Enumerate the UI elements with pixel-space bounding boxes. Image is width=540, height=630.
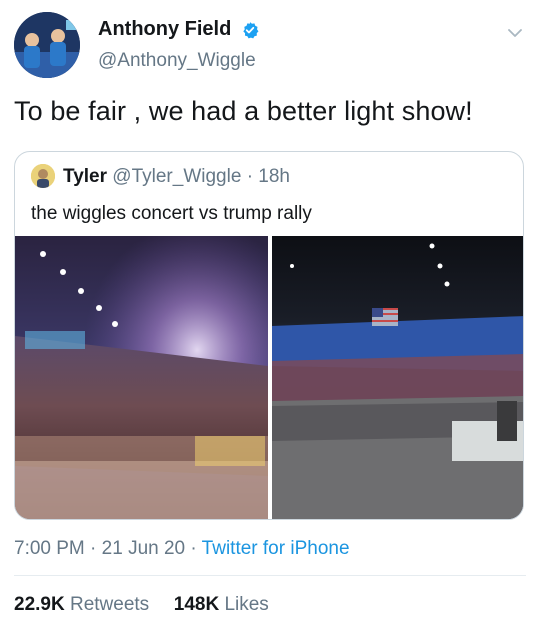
concert-photo[interactable] <box>15 236 268 519</box>
chevron-down-icon[interactable] <box>506 24 524 42</box>
tweet-text: To be fair , we had a better light show! <box>14 96 473 126</box>
meta-separator: · <box>90 538 97 559</box>
quoted-media <box>15 236 523 519</box>
divider <box>14 575 526 576</box>
tweet-source-link[interactable]: Twitter for iPhone <box>202 538 350 559</box>
likes-count: 148K <box>173 594 220 615</box>
retweets-label: Retweets <box>69 594 150 615</box>
meta-separator: · <box>190 538 197 559</box>
quoted-author-avatar <box>31 164 55 188</box>
tweet-metadata: 7:00 PM · 21 Jun 20 · Twitter for iPhone <box>14 538 350 560</box>
quoted-tweet-card[interactable]: Tyler @Tyler_Wiggle · 18h the wiggles co… <box>14 151 524 520</box>
verified-badge-icon <box>243 21 259 38</box>
tweet-date[interactable]: 21 Jun 20 <box>102 538 185 559</box>
quoted-author-handle: @Tyler_Wiggle <box>112 166 242 187</box>
tweet-time[interactable]: 7:00 PM <box>14 538 85 559</box>
likes-label: Likes <box>224 594 269 615</box>
tweet-stats: 22.9K Retweets 148K Likes <box>14 594 269 616</box>
quoted-author-name: Tyler <box>63 166 108 187</box>
quoted-age: 18h <box>258 166 290 187</box>
retweets-stat[interactable]: 22.9K Retweets <box>14 594 154 615</box>
retweets-count: 22.9K <box>14 594 65 615</box>
likes-stat[interactable]: 148K Likes <box>174 594 269 615</box>
author-avatar[interactable] <box>14 12 80 78</box>
author-display-name[interactable]: Anthony Field <box>98 18 231 41</box>
author-handle[interactable]: @Anthony_Wiggle <box>98 50 256 72</box>
quoted-tweet-text: the wiggles concert vs trump rally <box>31 203 312 224</box>
quoted-separator: · <box>246 166 254 187</box>
tweet-header: Anthony Field @Anthony_Wiggle <box>14 12 530 78</box>
rally-photo[interactable] <box>272 236 523 519</box>
